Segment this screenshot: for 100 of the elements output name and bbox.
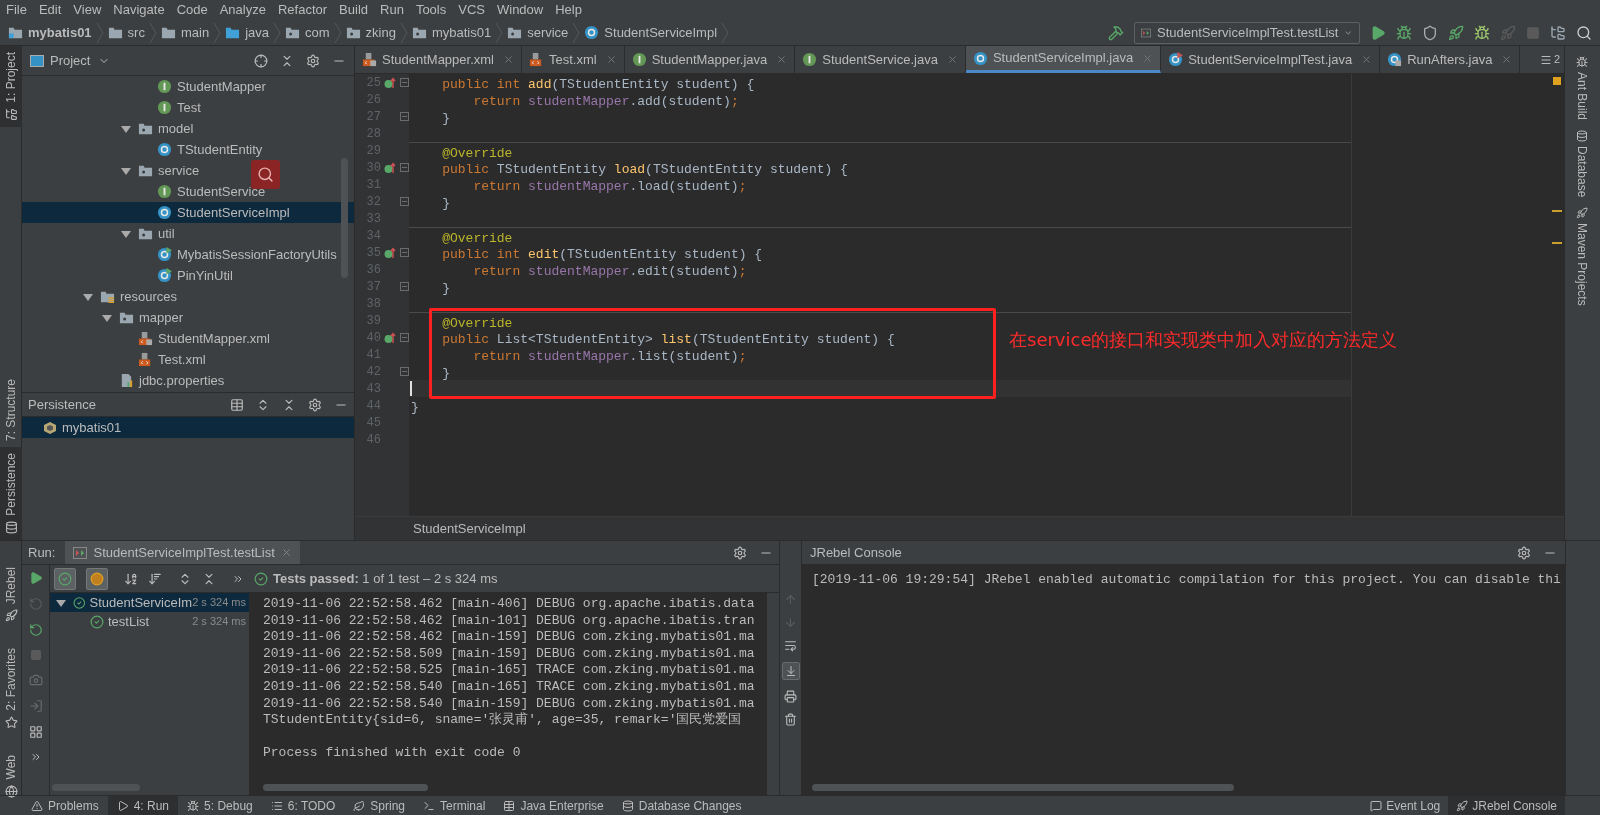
menu-item[interactable]: Navigate <box>113 0 165 20</box>
tree-item[interactable]: StudentServiceImpl <box>22 202 354 223</box>
run-tab[interactable]: StudentServiceImplTest.testList <box>65 541 300 564</box>
project-structure-icon[interactable] <box>1550 24 1566 41</box>
tool-window-button[interactable]: 4: Run <box>107 796 179 815</box>
fold-icon[interactable] <box>399 333 409 342</box>
editor-line[interactable]: @Override <box>409 312 1351 329</box>
editor-tab[interactable]: StudentServiceImpl.java <box>965 46 1162 73</box>
tool-window-button[interactable]: Spring <box>344 796 414 815</box>
tool-window-button[interactable]: Event Log <box>1362 796 1449 815</box>
implements-icon[interactable] <box>384 246 396 259</box>
show-ignored-toggle[interactable] <box>86 567 108 590</box>
tool-window-icon[interactable] <box>4 107 18 121</box>
tree-item[interactable]: StudentMapper.xml <box>22 328 354 349</box>
close-icon[interactable] <box>1501 54 1513 65</box>
tree-item[interactable]: util <box>22 223 354 244</box>
sort-by-duration-icon[interactable] <box>148 571 162 586</box>
project-view-selector[interactable]: Project <box>50 50 111 71</box>
layout-icon[interactable] <box>28 725 43 739</box>
menu-item[interactable]: View <box>73 0 102 20</box>
menu-item[interactable]: Run <box>380 0 404 20</box>
search-icon[interactable] <box>251 160 280 189</box>
query-console-icon[interactable] <box>230 397 244 412</box>
fold-icon[interactable] <box>399 367 409 376</box>
build-icon[interactable] <box>1108 24 1124 41</box>
implements-icon[interactable] <box>384 76 396 89</box>
tree-item[interactable]: TStudentEntity <box>22 139 354 160</box>
menu-item[interactable]: VCS <box>458 0 485 20</box>
tree-item[interactable]: MybatisSessionFactoryUtils <box>22 244 354 265</box>
expand-arrow-icon[interactable] <box>121 228 131 239</box>
tree-item[interactable]: Test.xml <box>22 349 354 370</box>
tool-window-tab[interactable]: 1: Project <box>0 46 22 127</box>
editor-tab[interactable]: StudentService.java <box>795 46 966 73</box>
expand-arrow-icon[interactable] <box>121 123 131 134</box>
editor-line[interactable]: public TStudentEntity load(TStudentEntity student) { <box>409 159 850 176</box>
editor-line[interactable]: public int add(TStudentEntity student) { <box>409 74 757 91</box>
tree-item[interactable]: PinYinUtil <box>22 265 354 286</box>
tree-item[interactable]: model <box>22 118 354 139</box>
editor-line[interactable]: } <box>409 108 452 125</box>
editor-line[interactable]: } <box>409 193 452 210</box>
tree-item[interactable]: resources <box>22 286 354 307</box>
tool-window-tab[interactable]: Maven Projects <box>1573 207 1591 307</box>
tool-window-button[interactable]: Problems <box>22 796 108 815</box>
rocket-icon[interactable] <box>1448 24 1464 41</box>
fold-icon[interactable] <box>399 248 409 257</box>
menu-item[interactable]: Edit <box>38 0 62 20</box>
menu-item[interactable]: Code <box>176 0 208 20</box>
close-icon[interactable] <box>503 54 514 65</box>
implements-icon[interactable] <box>384 331 396 344</box>
editor-line[interactable]: return studentMapper.list(student); <box>409 346 749 363</box>
editor-line[interactable]: return studentMapper.add(student); <box>409 91 741 108</box>
tree-item[interactable]: Test <box>22 97 354 118</box>
collapse-all-icon[interactable] <box>202 571 216 586</box>
editor-tab[interactable]: StudentMapper.xml <box>355 46 522 73</box>
sort-alphabetically-icon[interactable] <box>124 571 138 586</box>
close-icon[interactable] <box>605 54 617 65</box>
settings-icon[interactable] <box>1517 545 1531 560</box>
collapse-all-icon[interactable] <box>280 53 294 68</box>
editor-line[interactable]: } <box>409 278 452 295</box>
menu-item[interactable]: Window <box>496 0 544 20</box>
menu-item[interactable]: Help <box>555 0 582 20</box>
tool-window-button[interactable]: 6: TODO <box>261 796 345 815</box>
breadcrumb[interactable]: src <box>107 22 145 43</box>
expand-arrow-icon[interactable] <box>56 597 66 608</box>
scrollbar[interactable] <box>341 158 348 278</box>
rerun-icon[interactable] <box>28 571 43 585</box>
breadcrumb[interactable]: zking <box>345 22 396 43</box>
editor-line[interactable]: public List<TStudentEntity> list(TStudentEntity student) { <box>409 329 897 346</box>
more-icon[interactable] <box>29 751 42 763</box>
editor-line[interactable]: @Override <box>409 227 1351 244</box>
debug-icon[interactable] <box>1396 24 1412 41</box>
breadcrumb[interactable]: StudentServiceImpl <box>413 518 526 539</box>
menu-item[interactable]: Refactor <box>277 0 328 20</box>
tool-window-button[interactable]: Java Enterprise <box>494 796 613 815</box>
tab-overflow-button[interactable]: 2 <box>1535 46 1564 73</box>
breadcrumb[interactable]: mybatis01 <box>411 22 492 43</box>
fold-icon[interactable] <box>399 197 409 206</box>
settings-icon[interactable] <box>306 53 320 68</box>
settings-icon[interactable] <box>733 545 747 560</box>
collapse-all-icon[interactable] <box>282 397 296 412</box>
tool-window-tab[interactable]: JRebel <box>0 561 22 629</box>
tool-window-tab[interactable]: 2: Favorites <box>0 642 22 736</box>
scroll-to-end-icon[interactable] <box>781 662 800 680</box>
fold-icon[interactable] <box>399 78 409 87</box>
tool-window-icon[interactable] <box>4 784 18 798</box>
close-icon[interactable] <box>1361 54 1373 65</box>
test-tree-item[interactable]: testList 2 s 324 ms <box>50 612 249 631</box>
tool-window-icon[interactable] <box>4 716 18 730</box>
expand-arrow-icon[interactable] <box>102 312 112 323</box>
editor-line[interactable]: return studentMapper.load(student); <box>409 176 749 193</box>
breadcrumb[interactable]: java <box>225 22 269 43</box>
tool-window-tab[interactable]: Persistence <box>0 447 22 540</box>
menu-item[interactable]: Build <box>339 0 368 20</box>
editor-line[interactable]: return studentMapper.edit(student); <box>409 261 749 278</box>
persistence-item[interactable]: mybatis01 <box>22 417 354 438</box>
show-passed-toggle[interactable] <box>54 567 76 590</box>
editor-tab[interactable]: Test.xml <box>522 46 625 73</box>
tool-window-button[interactable]: Terminal <box>414 796 495 815</box>
print-icon[interactable] <box>784 690 797 703</box>
breadcrumb[interactable]: main <box>160 22 210 43</box>
